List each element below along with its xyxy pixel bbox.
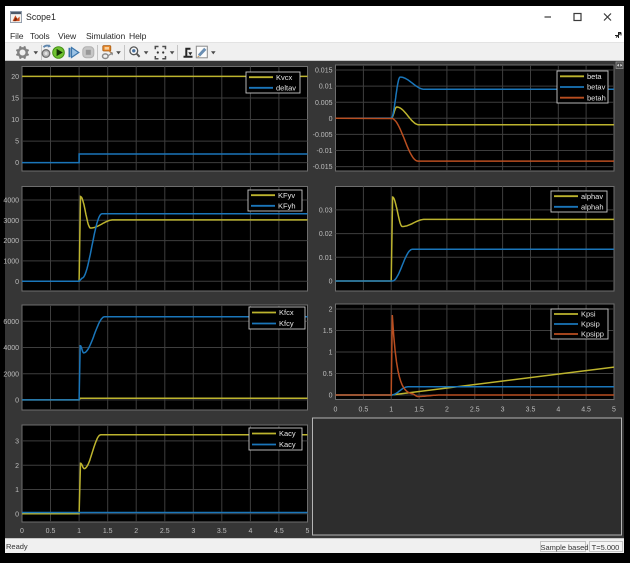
svg-text:0: 0 bbox=[20, 528, 24, 535]
svg-text:betav: betav bbox=[587, 83, 606, 92]
svg-text:3: 3 bbox=[191, 528, 195, 535]
svg-text:2: 2 bbox=[445, 407, 449, 414]
svg-text:1: 1 bbox=[389, 407, 393, 414]
svg-text:Kvcx: Kvcx bbox=[276, 73, 293, 82]
svg-text:0: 0 bbox=[329, 279, 333, 286]
svg-text:-0.015: -0.015 bbox=[313, 164, 333, 171]
svg-text:0.01: 0.01 bbox=[319, 84, 333, 91]
svg-text:2.5: 2.5 bbox=[470, 407, 480, 414]
svg-text:3.5: 3.5 bbox=[217, 528, 227, 535]
svg-text:alphah: alphah bbox=[581, 202, 604, 211]
svg-text:6000: 6000 bbox=[3, 319, 19, 326]
svg-text:0.01: 0.01 bbox=[319, 255, 333, 262]
svg-text:0: 0 bbox=[15, 398, 19, 405]
svg-text:3: 3 bbox=[15, 439, 19, 446]
svg-text:2: 2 bbox=[134, 528, 138, 535]
svg-text:2: 2 bbox=[15, 463, 19, 470]
svg-text:0.02: 0.02 bbox=[319, 231, 333, 238]
svg-text:0.005: 0.005 bbox=[315, 100, 333, 107]
svg-text:4000: 4000 bbox=[3, 345, 19, 352]
svg-text:2: 2 bbox=[329, 307, 333, 314]
svg-text:1000: 1000 bbox=[3, 259, 19, 266]
svg-text:betah: betah bbox=[587, 93, 606, 102]
svg-text:4.5: 4.5 bbox=[581, 407, 591, 414]
svg-text:10: 10 bbox=[11, 117, 19, 124]
svg-text:2000: 2000 bbox=[3, 371, 19, 378]
svg-text:beta: beta bbox=[587, 72, 602, 81]
svg-text:0.03: 0.03 bbox=[319, 208, 333, 215]
svg-text:2.5: 2.5 bbox=[160, 528, 170, 535]
svg-text:4.5: 4.5 bbox=[274, 528, 284, 535]
svg-text:2000: 2000 bbox=[3, 238, 19, 245]
svg-text:1: 1 bbox=[15, 487, 19, 494]
svg-text:15: 15 bbox=[11, 96, 19, 103]
svg-text:1: 1 bbox=[329, 350, 333, 357]
svg-text:0: 0 bbox=[329, 116, 333, 123]
svg-text:Kacy: Kacy bbox=[279, 429, 296, 438]
svg-text:3000: 3000 bbox=[3, 218, 19, 225]
svg-text:0: 0 bbox=[15, 160, 19, 167]
svg-text:3: 3 bbox=[501, 407, 505, 414]
svg-text:1: 1 bbox=[77, 528, 81, 535]
svg-text:-0.01: -0.01 bbox=[317, 148, 333, 155]
svg-text:deltav: deltav bbox=[276, 84, 296, 93]
svg-text:Kfcx: Kfcx bbox=[279, 308, 294, 317]
svg-text:Kfcy: Kfcy bbox=[279, 319, 294, 328]
svg-text:1.5: 1.5 bbox=[103, 528, 113, 535]
svg-text:KFyh: KFyh bbox=[278, 201, 296, 210]
svg-text:-0.005: -0.005 bbox=[313, 132, 333, 139]
svg-text:5: 5 bbox=[612, 407, 616, 414]
svg-text:0.5: 0.5 bbox=[359, 407, 369, 414]
svg-text:Kpsip: Kpsip bbox=[581, 320, 600, 329]
svg-text:KFyv: KFyv bbox=[278, 191, 295, 200]
svg-text:0.5: 0.5 bbox=[323, 371, 333, 378]
svg-text:4: 4 bbox=[248, 528, 252, 535]
svg-text:Kpsipp: Kpsipp bbox=[581, 330, 604, 339]
svg-text:alphav: alphav bbox=[581, 192, 603, 201]
svg-text:1.5: 1.5 bbox=[414, 407, 424, 414]
svg-text:5: 5 bbox=[306, 528, 310, 535]
svg-text:4000: 4000 bbox=[3, 198, 19, 205]
svg-text:5: 5 bbox=[15, 139, 19, 146]
svg-text:1.5: 1.5 bbox=[323, 328, 333, 335]
svg-text:Kpsi: Kpsi bbox=[581, 310, 596, 319]
svg-text:4: 4 bbox=[556, 407, 560, 414]
svg-text:0: 0 bbox=[329, 393, 333, 400]
svg-text:0: 0 bbox=[15, 279, 19, 286]
svg-text:0.015: 0.015 bbox=[315, 68, 333, 75]
svg-text:Kacy: Kacy bbox=[279, 440, 296, 449]
svg-text:0.5: 0.5 bbox=[46, 528, 56, 535]
svg-text:3.5: 3.5 bbox=[526, 407, 536, 414]
svg-text:0: 0 bbox=[334, 407, 338, 414]
svg-text:0: 0 bbox=[15, 511, 19, 518]
svg-text:20: 20 bbox=[11, 74, 19, 81]
